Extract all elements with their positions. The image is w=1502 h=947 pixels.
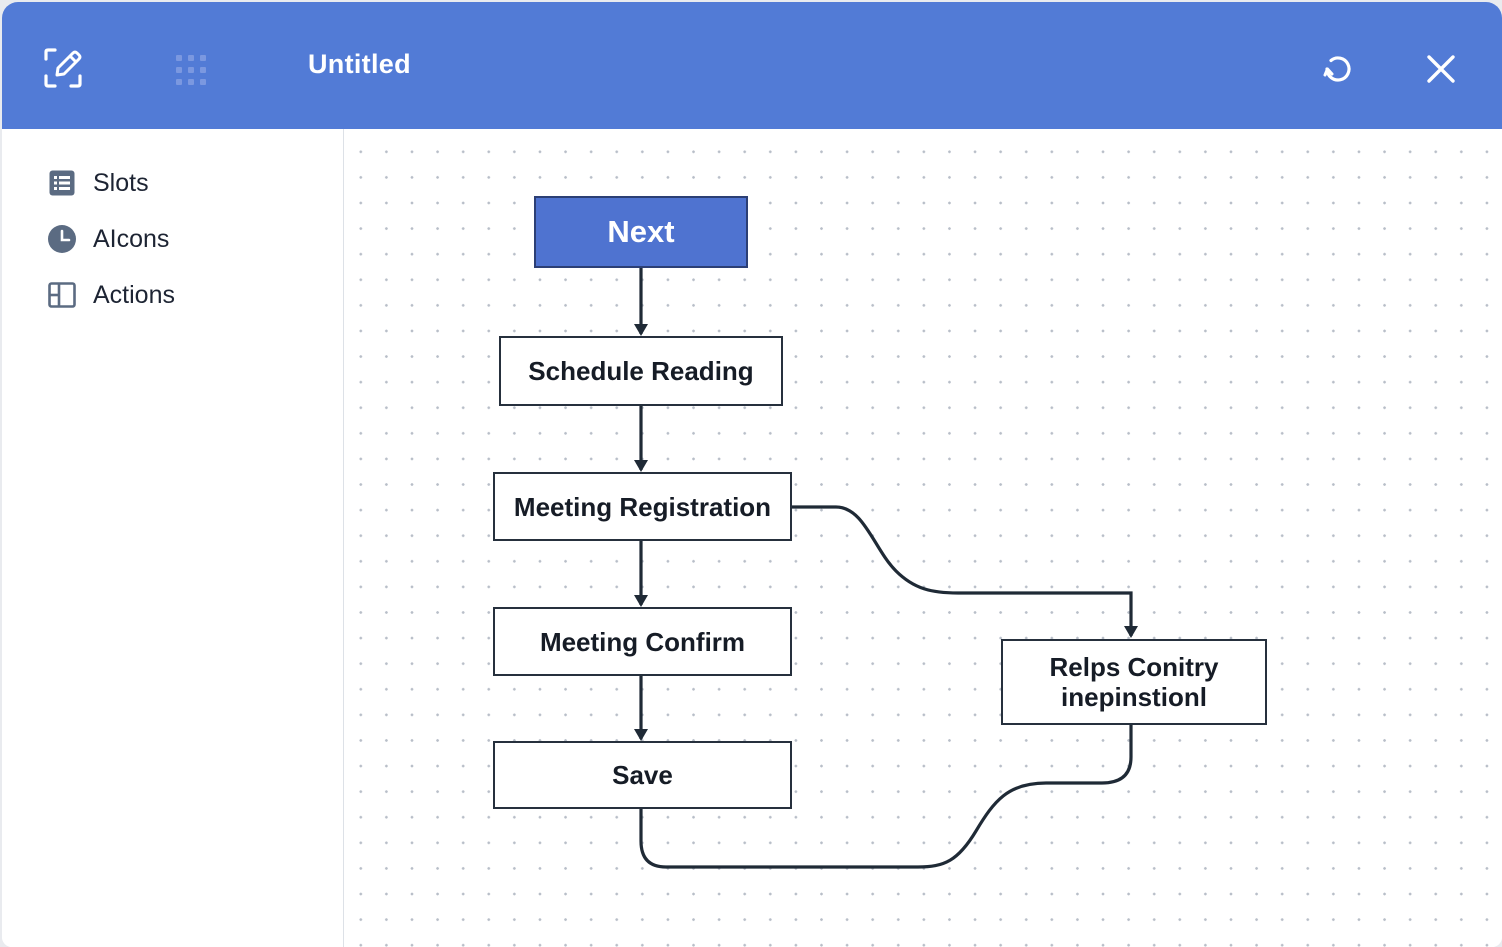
sidebar-item-label: Actions <box>93 280 175 309</box>
flow-node-meeting-registration[interactable]: Meeting Registration <box>493 472 792 541</box>
sidebar-item-slots[interactable]: Slots <box>46 163 149 203</box>
sidebar-item-label: Slots <box>93 168 149 197</box>
flow-node-save[interactable]: Save <box>493 741 792 809</box>
flow-node-schedule-reading[interactable]: Schedule Reading <box>499 336 783 406</box>
flow-canvas[interactable]: Next Schedule Reading Meeting Registrati… <box>344 129 1502 947</box>
edit-icon[interactable] <box>42 46 84 90</box>
flow-node-next[interactable]: Next <box>534 196 748 268</box>
node-label: Next <box>607 214 675 249</box>
window-title: Untitled <box>308 49 411 79</box>
refresh-icon[interactable] <box>1319 50 1357 88</box>
flow-node-relps-conitry[interactable]: Relps Conitry inepinstionl <box>1001 639 1267 725</box>
edge-registration-relps <box>791 505 1138 638</box>
node-label: Meeting Confirm <box>539 626 746 657</box>
sidebar: Slots AIcons Actions <box>2 129 344 947</box>
sidebar-item-actions[interactable]: Actions <box>46 275 175 315</box>
node-label: Relps Conitry inepinstionl <box>1049 652 1219 712</box>
node-label: Meeting Registration <box>513 491 772 522</box>
node-label: Schedule Reading <box>528 356 754 386</box>
app-window: Untitled Slots AIcons Actions Next Sched… <box>2 2 1502 947</box>
grid-icon[interactable] <box>174 53 208 87</box>
list-icon <box>46 167 78 199</box>
panel-icon <box>46 279 78 311</box>
clock-icon <box>46 223 78 255</box>
node-label: Save <box>612 760 673 790</box>
close-icon[interactable] <box>1424 52 1458 86</box>
title-bar: Untitled <box>2 2 1502 129</box>
sidebar-item-aicons[interactable]: AIcons <box>46 219 169 259</box>
sidebar-item-label: AIcons <box>93 224 170 253</box>
flow-node-meeting-confirm[interactable]: Meeting Confirm <box>493 607 792 676</box>
